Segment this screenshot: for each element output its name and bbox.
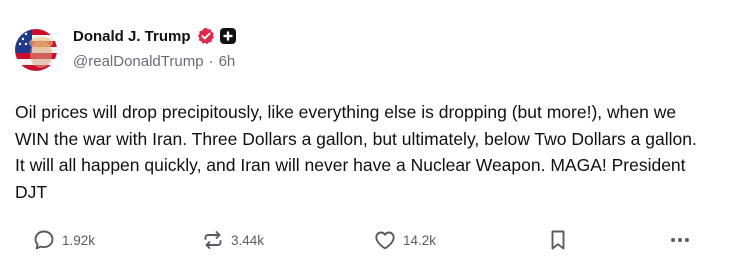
reply-button[interactable]: 1.92k [32,225,95,255]
avatar[interactable] [15,29,57,71]
post-card: Donald J. Trump @realDonaldTrump · 6h Oi… [0,0,730,280]
bookmark-icon [551,230,565,250]
more-options-button[interactable] [668,225,692,255]
handle-row: @realDonaldTrump · 6h [73,53,236,70]
handle[interactable]: @realDonaldTrump [73,53,204,70]
heart-icon [375,231,395,250]
like-button[interactable]: 14.2k [373,225,436,255]
speech-bubble-icon [34,230,54,250]
separator: · [208,53,214,70]
avatar-image [15,29,57,71]
action-bar: 1.92k 3.44k 14.2k [0,225,730,255]
post-body: Oil prices will drop precipitously, like… [15,102,697,202]
truth-plus-badge-icon [219,28,236,44]
retruth-button[interactable]: 3.44k [201,225,264,255]
timestamp[interactable]: 6h [219,53,236,70]
repost-arrows-icon [204,231,222,249]
verified-badge-icon [197,27,215,45]
retruth-count: 3.44k [231,232,265,248]
bookmark-button[interactable] [546,225,570,255]
display-name[interactable]: Donald J. Trump [73,28,191,45]
post-header: Donald J. Trump @realDonaldTrump · 6h [73,25,236,70]
like-count: 14.2k [403,232,437,248]
reply-count: 1.92k [62,232,96,248]
ellipsis-icon [671,238,689,242]
name-row: Donald J. Trump [73,25,236,47]
